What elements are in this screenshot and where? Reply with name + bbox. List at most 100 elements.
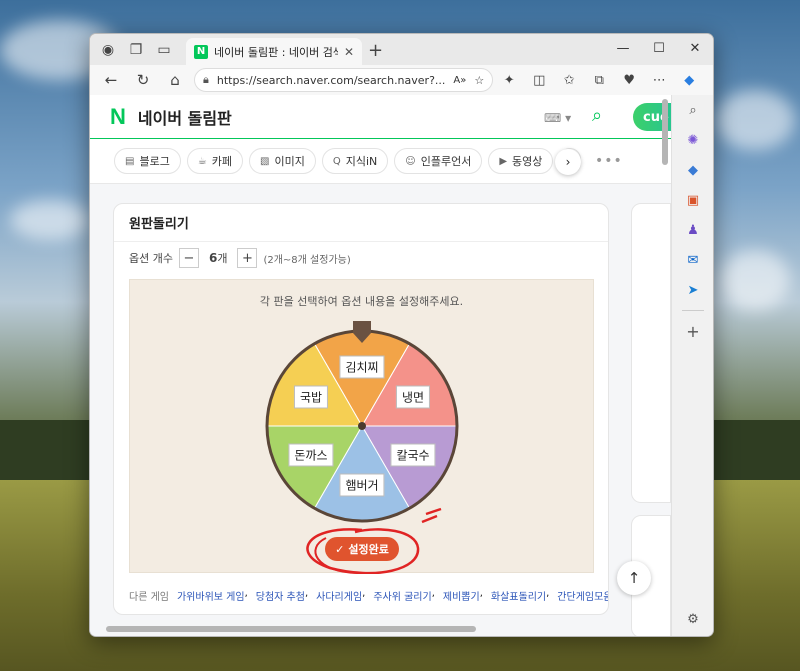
other-game-link[interactable]: 제비뽑기 <box>443 588 480 603</box>
minimize-icon[interactable]: — <box>605 34 641 62</box>
home-icon[interactable]: ⌂ <box>160 67 190 93</box>
search-tab-3[interactable]: Q 지식iN <box>321 148 389 174</box>
title-bar: ◉ ❐ ▭ N 네이버 돌림판 : 네이버 검색 ✕ + — ☐ ✕ <box>90 34 713 65</box>
favorite-star-icon[interactable]: ☆ <box>474 74 484 87</box>
search-tab-5[interactable]: ▶ 동영상 <box>488 148 554 174</box>
tab-actions-icon[interactable]: ▭ <box>150 36 178 64</box>
extensions-icon[interactable]: ✦ <box>495 67 523 93</box>
search-tab-1[interactable]: ☕ 카페 <box>186 148 244 174</box>
naver-header: N 네이버 돌림판 ⌨ ▾ ⌕ cue <box>90 95 671 139</box>
games-icon[interactable]: ♟ <box>672 215 713 245</box>
side-panel-card <box>631 203 671 503</box>
wheel-segment-label[interactable]: 돈까스 <box>288 443 334 467</box>
option-count-label: 옵션 개수 <box>129 252 173 265</box>
separator: , <box>244 588 248 599</box>
search-query-title[interactable]: 네이버 돌림판 <box>138 105 232 129</box>
url-text: https://search.naver.com/search.naver?..… <box>216 73 446 87</box>
tab-title: 네이버 돌림판 : 네이버 검색 <box>214 45 338 59</box>
read-aloud-icon[interactable]: A» <box>453 75 466 86</box>
wheel-segment-label[interactable]: 칼국수 <box>390 443 436 467</box>
other-games-row: 다른 게임 가위바위보 게임, 당첨자 추첨, 사다리게임, 주사위 굴리기, 제비뽑기… <box>129 588 608 603</box>
address-bar: ← ↻ ⌂ 🔒︎ https://search.naver.com/search… <box>90 65 713 95</box>
split-screen-icon[interactable]: ◫ <box>525 67 553 93</box>
vertical-scrollbar[interactable] <box>662 99 668 165</box>
edge-sidebar: ⌕ ✺ ◆ ▣ ♟ ✉ ➤ + ⚙ <box>671 95 713 636</box>
increase-option-button[interactable]: + <box>237 248 258 268</box>
wheel-segment-label[interactable]: 냉면 <box>395 385 431 409</box>
settings-done-label: 설정완료 <box>348 543 389 556</box>
close-tab-icon[interactable]: ✕ <box>344 45 354 59</box>
search-tab-label: 이미지 <box>274 155 305 168</box>
sidebar-divider <box>682 310 704 311</box>
new-tab-icon[interactable]: + <box>368 40 383 61</box>
tools-briefcase-icon[interactable]: ▣ <box>672 185 713 215</box>
add-sidebar-icon[interactable]: + <box>672 316 713 346</box>
shopping-tag-icon[interactable]: ◆ <box>672 155 713 185</box>
other-game-link[interactable]: 가위바위보 게임 <box>177 588 245 603</box>
search-tab-label: 지식iN <box>345 155 378 168</box>
roulette-stage: 각 판을 선택하여 옵션 내용을 설정해주세요. ✓ 설정완료 김치찌 냉면 칼국수… <box>129 279 594 574</box>
collections-icon[interactable]: ❐ <box>122 36 150 64</box>
outlook-icon[interactable]: ✉ <box>672 245 713 275</box>
other-game-link[interactable]: 당첨자 추첨 <box>256 588 305 603</box>
wheel-segment-label[interactable]: 국밥 <box>293 385 329 409</box>
search-tab-label: 인플루언서 <box>420 155 472 168</box>
other-games-label: 다른 게임 <box>129 592 169 603</box>
search-tabs: ▤블로그☕카페▧이미지Q지식iN☺인플루언서▶동영상▯›••• <box>90 139 671 184</box>
option-count-value: 6개 <box>208 251 228 265</box>
other-game-link[interactable]: 화살표돌리기 <box>491 588 546 603</box>
settings-done-button[interactable]: ✓ 설정완료 <box>325 537 399 561</box>
naver-logo[interactable]: N <box>110 104 126 130</box>
other-game-link[interactable]: 간단게임모음 <box>557 588 608 603</box>
separator: , <box>362 588 366 599</box>
wheel-segment-label[interactable]: 햄버거 <box>339 473 385 497</box>
sidebar-settings-icon[interactable]: ⚙ <box>672 604 713 634</box>
roulette-wheel <box>265 321 459 523</box>
roulette-card: 원판돌리기 옵션 개수 − 6개 + (2개~8개 설정가능) 각 판을 선택하… <box>113 203 609 615</box>
option-count-row: 옵션 개수 − 6개 + (2개~8개 설정가능) <box>114 242 608 274</box>
cafe-icon: ☕ <box>197 155 207 167</box>
browser-window: ◉ ❐ ▭ N 네이버 돌림판 : 네이버 검색 ✕ + — ☐ ✕ ← ↻ ⌂… <box>89 33 714 637</box>
search-tab-label: 카페 <box>211 155 233 168</box>
image-icon: ▧ <box>260 155 270 167</box>
back-icon[interactable]: ← <box>96 67 126 93</box>
tab-naver-roulette[interactable]: N 네이버 돌림판 : 네이버 검색 ✕ <box>186 38 362 65</box>
knowledge-icon: Q <box>332 155 341 167</box>
search-icon[interactable]: ⌕ <box>592 105 602 126</box>
search-tab-2[interactable]: ▧ 이미지 <box>249 148 316 174</box>
horizontal-scrollbar[interactable] <box>106 626 476 632</box>
other-game-link[interactable]: 주사위 굴리기 <box>373 588 431 603</box>
naver-favicon: N <box>194 44 208 59</box>
refresh-icon[interactable]: ↻ <box>128 67 158 93</box>
browser-essentials-icon[interactable]: ♥ <box>615 67 643 93</box>
send-icon[interactable]: ➤ <box>672 275 713 305</box>
profile-icon[interactable]: ◉ <box>94 36 122 64</box>
keyboard-icon[interactable]: ⌨ ▾ <box>544 111 571 125</box>
maximize-icon[interactable]: ☐ <box>641 34 677 62</box>
more-menu-icon[interactable]: ⋯ <box>645 67 673 93</box>
lock-icon[interactable]: 🔒︎ <box>203 73 209 87</box>
scroll-top-button[interactable]: ↑ <box>617 561 651 595</box>
search-tab-label: 블로그 <box>139 155 170 168</box>
video-icon: ▶ <box>499 155 508 167</box>
copilot-icon[interactable]: ◆ <box>675 67 703 93</box>
separator: , <box>546 588 550 599</box>
copilot-sidebar-icon[interactable]: ✺ <box>672 125 713 155</box>
separator: , <box>304 588 309 599</box>
search-sidebar-icon[interactable]: ⌕ <box>672 95 713 125</box>
more-dots-icon[interactable]: ••• <box>595 153 623 169</box>
search-tab-4[interactable]: ☺ 인플루언서 <box>394 148 483 174</box>
collections-toolbar-icon[interactable]: ⧉ <box>585 67 613 93</box>
search-tab-0[interactable]: ▤ 블로그 <box>114 148 181 174</box>
wheel-hub <box>358 422 366 430</box>
close-window-icon[interactable]: ✕ <box>677 34 713 62</box>
wheel-segment-label[interactable]: 김치찌 <box>339 355 385 379</box>
url-field[interactable]: 🔒︎ https://search.naver.com/search.naver… <box>194 68 494 92</box>
page-content: N 네이버 돌림판 ⌨ ▾ ⌕ cue ▤ 블로그 ☕ 카페 ▧ 이미지 Q 지식iN ☺ 인플루… <box>90 95 671 636</box>
roulette-title: 원판돌리기 <box>114 204 608 242</box>
decrease-option-button[interactable]: − <box>178 248 199 268</box>
chevron-right-icon[interactable]: › <box>555 149 581 175</box>
check-icon: ✓ <box>335 542 345 556</box>
other-game-link[interactable]: 사다리게임 <box>316 588 362 603</box>
favorites-icon[interactable]: ✩ <box>555 67 583 93</box>
